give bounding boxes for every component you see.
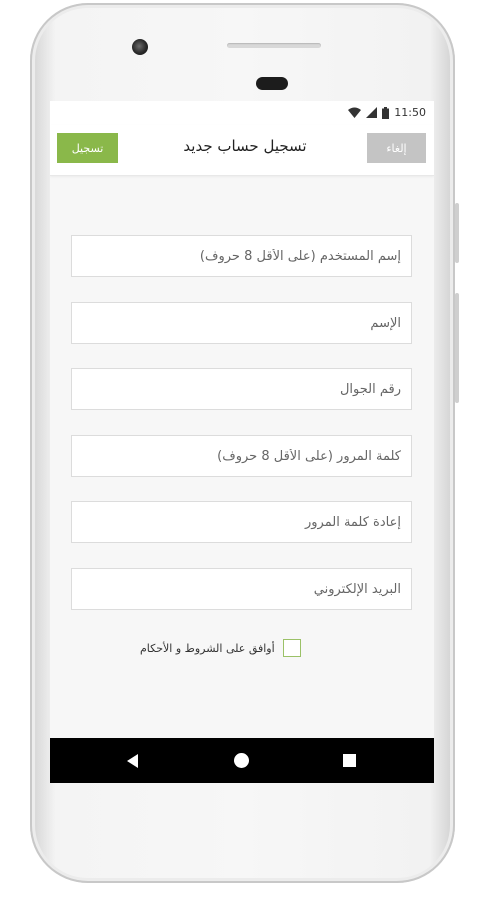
battery-icon <box>382 106 390 119</box>
terms-checkbox[interactable] <box>282 639 301 657</box>
power-button <box>455 203 459 263</box>
wifi-icon <box>348 107 362 118</box>
cancel-button[interactable]: إلغاء <box>367 133 426 163</box>
navigation-bar <box>50 738 434 783</box>
status-icons: 11:50 <box>348 106 426 119</box>
toolbar: تسجيل تسجيل حساب جديد إلغاء <box>50 125 434 176</box>
register-button[interactable]: تسجيل <box>57 133 118 163</box>
status-bar: 11:50 <box>50 101 434 125</box>
recent-apps-icon[interactable] <box>343 754 356 767</box>
status-time: 11:50 <box>394 106 426 119</box>
confirm-password-input[interactable] <box>71 501 412 543</box>
proximity-sensor <box>256 77 288 90</box>
mobile-input[interactable] <box>71 368 412 410</box>
phone-screen: 11:50 تسجيل تسجيل حساب جديد إلغاء أوافق … <box>50 101 434 783</box>
back-icon[interactable] <box>127 754 138 768</box>
password-input[interactable] <box>71 435 412 477</box>
terms-row: أوافق على الشروط و الأحكام <box>140 639 301 657</box>
signal-icon <box>366 107 378 118</box>
volume-button <box>455 293 459 403</box>
home-icon[interactable] <box>234 753 249 768</box>
username-input[interactable] <box>71 235 412 277</box>
page-title: تسجيل حساب جديد <box>183 137 307 155</box>
terms-label: أوافق على الشروط و الأحكام <box>140 641 275 655</box>
email-input[interactable] <box>71 568 412 610</box>
earpiece-speaker <box>227 43 321 48</box>
front-camera <box>132 39 148 55</box>
name-input[interactable] <box>71 302 412 344</box>
